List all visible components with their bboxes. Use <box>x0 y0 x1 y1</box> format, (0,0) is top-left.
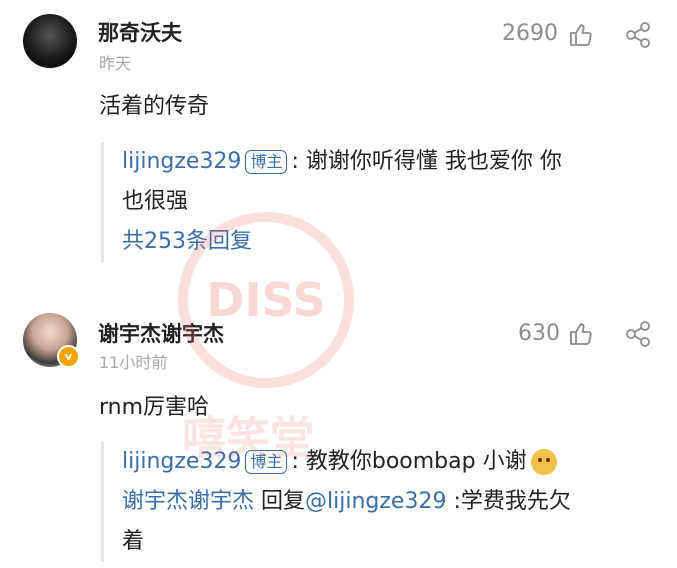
reply-author[interactable]: lijingze329 <box>122 449 241 474</box>
share-icon[interactable] <box>625 22 651 48</box>
share-icon[interactable] <box>625 321 651 347</box>
verified-icon: v <box>57 345 80 368</box>
mention-link[interactable]: @lijingze329 <box>305 489 446 514</box>
author-badge: 博主 <box>245 150 288 174</box>
reply-2: 谢宇杰谢宇杰 回复@lijingze329 :学费我先欠 <box>122 482 652 522</box>
comment-text: rnm厉害哈 <box>99 395 210 420</box>
username[interactable]: 那奇沃夫 <box>98 17 182 47</box>
avatar[interactable] <box>23 14 77 68</box>
timestamp: 昨天 <box>99 54 132 73</box>
reply-verb: 回复 <box>254 489 306 514</box>
thumbs-up-icon[interactable] <box>568 321 594 347</box>
thumbs-up-icon[interactable] <box>568 22 594 48</box>
reply-text: :学费我先欠 <box>446 489 571 514</box>
reply-text: : 教教你boombap 小谢 <box>291 449 527 474</box>
more-replies-link[interactable]: 共253条回复 <box>122 222 652 262</box>
like-count: 2690 <box>502 21 558 46</box>
reply-author[interactable]: lijingze329 <box>122 149 241 174</box>
comment-text: 活着的传奇 <box>99 94 210 119</box>
author-badge: 博主 <box>245 450 288 474</box>
reply-1: lijingze329 博主: 谢谢你听得懂 我也爱你 你 <box>122 142 652 182</box>
reply-text-cont: 着 <box>122 529 145 554</box>
reply-1: lijingze329 博主: 教教你boombap 小谢 <box>122 442 652 482</box>
like-count: 630 <box>518 321 560 346</box>
reply-thread[interactable]: lijingze329 博主: 教教你boombap 小谢 谢宇杰谢宇杰 回复@l… <box>101 442 652 562</box>
reply-thread[interactable]: lijingze329 博主: 谢谢你听得懂 我也爱你 你 也很强 共253条回复 <box>101 142 652 262</box>
timestamp: 11小时前 <box>99 353 168 372</box>
username[interactable]: 谢宇杰谢宇杰 <box>98 318 224 348</box>
reply-author[interactable]: 谢宇杰谢宇杰 <box>122 489 254 514</box>
watermark-text: DISS <box>206 273 326 327</box>
reply-text: : 谢谢你听得懂 我也爱你 你 <box>291 149 562 174</box>
reply-text-cont: 也很强 <box>122 189 189 214</box>
doge-emoji-icon <box>530 449 557 475</box>
